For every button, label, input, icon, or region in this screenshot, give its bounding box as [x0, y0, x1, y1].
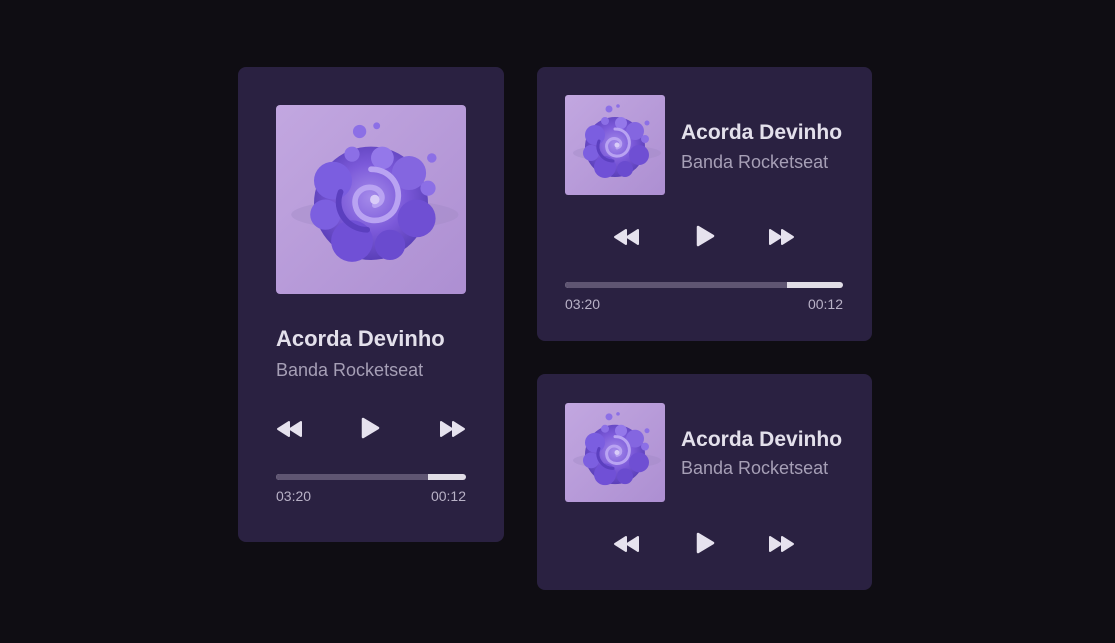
song-title: Acorda Devinho: [681, 121, 843, 144]
progress-track: [276, 474, 466, 480]
player-card-small: Acorda Devinho Banda Rocketseat: [537, 374, 872, 590]
artist-name: Banda Rocketseat: [681, 152, 829, 172]
progress-fill: [565, 282, 788, 288]
rewind-button[interactable]: [613, 228, 641, 246]
play-icon: [360, 417, 380, 439]
fast-forward-icon: [438, 420, 466, 438]
player-card-large: Acorda Devinho Banda Rocketseat 03:20 00…: [238, 67, 504, 542]
progress-bar[interactable]: [565, 282, 843, 288]
artist-name: Banda Rocketseat: [276, 360, 424, 380]
play-button[interactable]: [360, 417, 380, 439]
rewind-icon: [613, 228, 641, 246]
song-title: Acorda Devinho: [681, 428, 843, 451]
rewind-button[interactable]: [276, 420, 304, 438]
artist-name: Banda Rocketseat: [681, 458, 829, 478]
playback-controls: [613, 531, 797, 557]
progress-fill: [276, 474, 428, 480]
play-button[interactable]: [695, 532, 715, 554]
playback-controls: [276, 415, 466, 443]
fast-forward-button[interactable]: [767, 228, 795, 246]
time-remaining: 00:12: [430, 488, 466, 504]
progress-track: [565, 282, 843, 288]
time-remaining: 00:12: [807, 296, 843, 312]
fast-forward-button[interactable]: [438, 420, 466, 438]
rewind-icon: [276, 420, 304, 438]
progress-bar[interactable]: [276, 474, 466, 480]
album-cover-image: [565, 95, 665, 195]
rewind-button[interactable]: [613, 535, 641, 553]
fast-forward-button[interactable]: [767, 535, 795, 553]
play-icon: [695, 532, 715, 554]
fast-forward-icon: [767, 535, 795, 553]
album-cover-image: [565, 403, 665, 502]
playback-controls: [613, 224, 797, 250]
album-cover-image: [276, 105, 466, 294]
time-elapsed: 03:20: [565, 296, 601, 312]
fast-forward-icon: [767, 228, 795, 246]
play-button[interactable]: [695, 225, 715, 247]
play-icon: [695, 225, 715, 247]
player-card-medium: Acorda Devinho Banda Rocketseat 03:20 00…: [537, 67, 872, 341]
rewind-icon: [613, 535, 641, 553]
time-elapsed: 03:20: [276, 488, 312, 504]
song-title: Acorda Devinho: [276, 326, 445, 351]
